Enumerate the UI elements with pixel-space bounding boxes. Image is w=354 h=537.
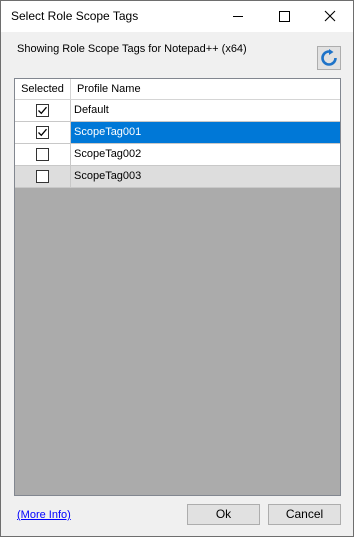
role-scope-tags-grid[interactable]: Selected Profile Name Default ScopeTag00… <box>14 78 341 496</box>
close-icon <box>324 10 336 22</box>
cancel-button[interactable]: Cancel <box>268 504 341 525</box>
ok-button[interactable]: Ok <box>187 504 260 525</box>
checkmark-icon <box>38 106 47 115</box>
window-title: Select Role Scope Tags <box>11 9 139 23</box>
table-row[interactable]: ScopeTag002 <box>15 144 340 166</box>
selected-cell <box>15 166 71 187</box>
checkmark-icon <box>38 128 47 137</box>
column-header-selected[interactable]: Selected <box>15 79 71 99</box>
refresh-icon <box>321 49 337 66</box>
minimize-icon <box>233 16 243 17</box>
table-row[interactable]: ScopeTag003 <box>15 166 340 188</box>
table-row[interactable]: ScopeTag001 <box>15 122 340 144</box>
subtitle-text: Showing Role Scope Tags for Notepad++ (x… <box>17 43 247 55</box>
selected-cell <box>15 144 71 165</box>
title-bar: Select Role Scope Tags <box>1 1 353 32</box>
close-button[interactable] <box>307 1 353 32</box>
table-row[interactable]: Default <box>15 100 340 122</box>
selected-cell <box>15 100 71 121</box>
more-info-link[interactable]: (More Info) <box>17 509 71 521</box>
grid-header: Selected Profile Name <box>15 79 340 100</box>
maximize-icon <box>279 11 290 22</box>
profile-name-cell: ScopeTag002 <box>74 148 142 160</box>
column-header-profile-name[interactable]: Profile Name <box>77 79 141 99</box>
row-checkbox[interactable] <box>36 126 49 139</box>
selected-cell <box>15 122 71 143</box>
select-role-scope-tags-window: Select Role Scope Tags Showing Role Scop… <box>0 0 354 537</box>
minimize-button[interactable] <box>215 1 261 32</box>
profile-name-cell: Default <box>74 104 109 116</box>
row-checkbox[interactable] <box>36 104 49 117</box>
profile-name-cell: ScopeTag001 <box>71 122 340 143</box>
refresh-button[interactable] <box>317 46 341 70</box>
profile-name-cell: ScopeTag003 <box>74 170 142 182</box>
maximize-button[interactable] <box>261 1 307 32</box>
row-checkbox[interactable] <box>36 148 49 161</box>
row-checkbox[interactable] <box>36 170 49 183</box>
